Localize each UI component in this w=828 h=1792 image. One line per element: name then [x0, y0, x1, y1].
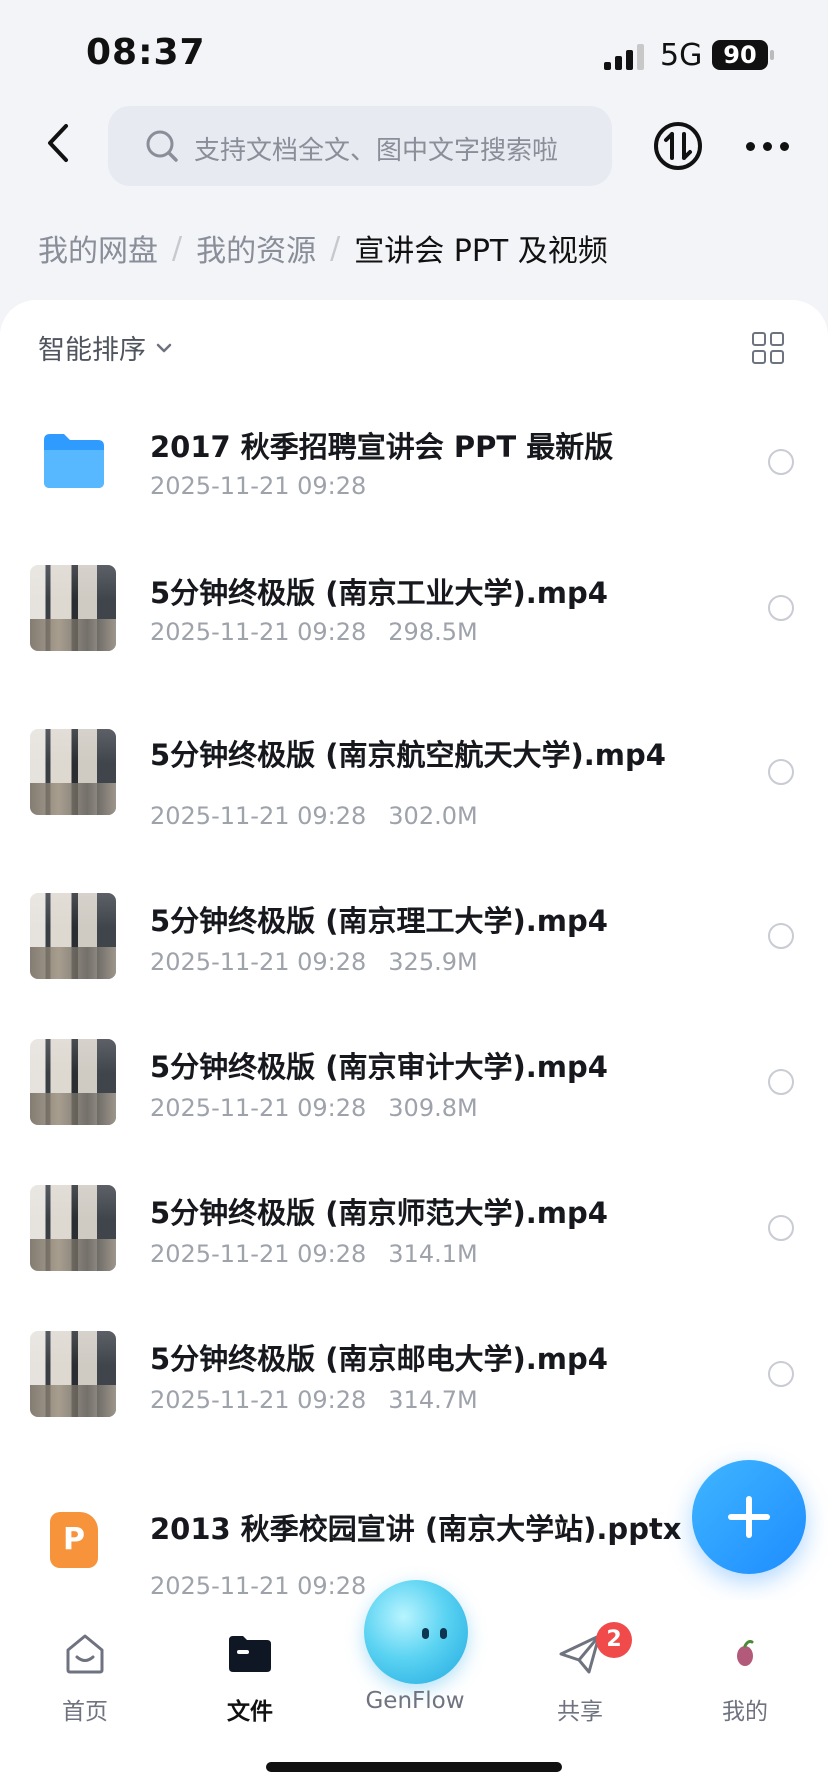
breadcrumb-separator: / — [330, 230, 341, 266]
file-date: 2025-11-21 09:28 — [150, 1094, 367, 1122]
file-date: 2025-11-21 09:28 — [150, 618, 367, 646]
breadcrumb: 我的网盘 / 我的资源 / 宣讲会 PPT 及视频 — [38, 226, 608, 270]
list-item[interactable]: 5分钟终极版 (南京邮电大学).mp4 2025-11-21 09:28 314.… — [0, 1306, 828, 1446]
video-thumbnail — [30, 1039, 116, 1125]
sort-label: 智能排序 — [38, 335, 146, 366]
file-date: 2025-11-21 09:28 — [150, 472, 367, 500]
tab-me[interactable]: 我的 — [690, 1628, 800, 1728]
file-date: 2025-11-21 09:28 — [150, 802, 367, 830]
breadcrumb-item-resources[interactable]: 我的资源 — [196, 226, 316, 270]
tab-genflow-label[interactable]: GenFlow — [340, 1688, 490, 1714]
avatar-icon — [723, 1630, 767, 1674]
file-size: 302.0M — [388, 802, 478, 830]
status-time: 08:37 — [86, 32, 206, 73]
search-placeholder: 支持文档全文、图中文字搜索啦 — [194, 136, 559, 166]
battery-tip — [770, 50, 774, 60]
notification-badge: 2 — [596, 1622, 632, 1658]
select-radio[interactable] — [768, 1069, 794, 1095]
back-icon — [48, 124, 68, 162]
pptx-file-icon: P — [50, 1512, 98, 1568]
search-input[interactable]: 支持文档全文、图中文字搜索啦 — [108, 106, 612, 186]
file-size: 314.7M — [388, 1386, 478, 1414]
signal-icon — [604, 44, 646, 70]
list-item[interactable]: 5分钟终极版 (南京工业大学).mp4 2025-11-21 09:28 298.… — [0, 540, 828, 680]
transfer-button[interactable] — [652, 120, 704, 172]
tab-label: 文件 — [227, 1699, 273, 1725]
list-item[interactable]: 5分钟终极版 (南京航空航天大学).mp4 2025-11-21 09:28 30… — [0, 704, 828, 844]
grid-icon — [752, 332, 766, 346]
list-item[interactable]: 5分钟终极版 (南京师范大学).mp4 2025-11-21 09:28 314.… — [0, 1160, 828, 1300]
list-item[interactable]: 5分钟终极版 (南京理工大学).mp4 2025-11-21 09:28 325.… — [0, 868, 828, 1008]
status-bar: 08:37 5G 90 — [0, 0, 828, 100]
sort-dropdown[interactable]: 智能排序 — [38, 328, 174, 367]
file-name: 5分钟终极版 (南京师范大学).mp4 — [150, 1196, 608, 1230]
file-meta: 2025-11-21 09:28 — [150, 1572, 366, 1600]
file-name: 5分钟终极版 (南京工业大学).mp4 — [150, 576, 608, 610]
breadcrumb-item-netdisk[interactable]: 我的网盘 — [38, 226, 158, 270]
select-radio[interactable] — [768, 1215, 794, 1241]
file-meta: 2025-11-21 09:28 314.1M — [150, 1240, 478, 1268]
file-size: 325.9M — [388, 948, 478, 976]
list-item[interactable]: 5分钟终极版 (南京审计大学).mp4 2025-11-21 09:28 309.… — [0, 1014, 828, 1154]
folder-icon — [44, 434, 104, 488]
file-meta: 2025-11-21 09:28 302.0M — [150, 802, 478, 830]
tab-label: 首页 — [62, 1699, 108, 1725]
file-name: 5分钟终极版 (南京航空航天大学).mp4 — [150, 738, 666, 772]
add-button[interactable] — [692, 1460, 806, 1574]
file-name: 2017 秋季招聘宣讲会 PPT 最新版 — [150, 430, 614, 464]
tab-home[interactable]: 首页 — [30, 1628, 140, 1728]
tab-files[interactable]: 文件 — [195, 1628, 305, 1728]
folder-icon — [229, 1636, 271, 1672]
video-thumbnail — [30, 565, 116, 651]
file-name: 5分钟终极版 (南京邮电大学).mp4 — [150, 1342, 608, 1376]
file-size: 314.1M — [388, 1240, 478, 1268]
network-label: 5G — [660, 38, 703, 73]
file-name: 2013 秋季校园宣讲 (南京大学站).pptx — [150, 1512, 682, 1546]
file-size: 309.8M — [388, 1094, 478, 1122]
more-button[interactable] — [744, 130, 792, 162]
chevron-down-icon — [156, 343, 172, 352]
file-date: 2025-11-21 09:28 — [150, 1572, 367, 1600]
file-meta: 2025-11-21 09:28 325.9M — [150, 948, 478, 976]
select-radio[interactable] — [768, 449, 794, 475]
select-radio[interactable] — [768, 759, 794, 785]
file-meta: 2025-11-21 09:28 309.8M — [150, 1094, 478, 1122]
battery-icon: 90 — [712, 40, 768, 70]
file-name: 5分钟终极版 (南京审计大学).mp4 — [150, 1050, 608, 1084]
file-meta: 2025-11-21 09:28 298.5M — [150, 618, 478, 646]
list-item[interactable]: 2017 秋季招聘宣讲会 PPT 最新版 2025-11-21 09:28 — [0, 392, 828, 532]
select-radio[interactable] — [768, 595, 794, 621]
video-thumbnail — [30, 1185, 116, 1271]
breadcrumb-separator: / — [172, 230, 183, 266]
grid-view-button[interactable] — [752, 332, 784, 364]
tab-label: 我的 — [722, 1699, 768, 1725]
file-meta: 2025-11-21 09:28 314.7M — [150, 1386, 478, 1414]
select-radio[interactable] — [768, 1361, 794, 1387]
video-thumbnail — [30, 893, 116, 979]
genflow-orb-icon[interactable] — [364, 1580, 468, 1684]
file-date: 2025-11-21 09:28 — [150, 1386, 367, 1414]
select-radio[interactable] — [768, 923, 794, 949]
file-date: 2025-11-21 09:28 — [150, 1240, 367, 1268]
file-name: 5分钟终极版 (南京理工大学).mp4 — [150, 904, 608, 938]
video-thumbnail — [30, 1331, 116, 1417]
file-meta: 2025-11-21 09:28 — [150, 472, 366, 500]
home-icon — [66, 1634, 104, 1674]
file-size: 298.5M — [388, 618, 478, 646]
home-indicator — [266, 1762, 562, 1772]
video-thumbnail — [30, 729, 116, 815]
tab-label: 共享 — [557, 1699, 603, 1725]
file-date: 2025-11-21 09:28 — [150, 948, 367, 976]
search-icon — [146, 130, 178, 162]
back-button[interactable] — [40, 118, 80, 168]
more-icon — [746, 142, 755, 151]
sort-circle-icon — [654, 122, 702, 170]
breadcrumb-current: 宣讲会 PPT 及视频 — [354, 234, 608, 269]
